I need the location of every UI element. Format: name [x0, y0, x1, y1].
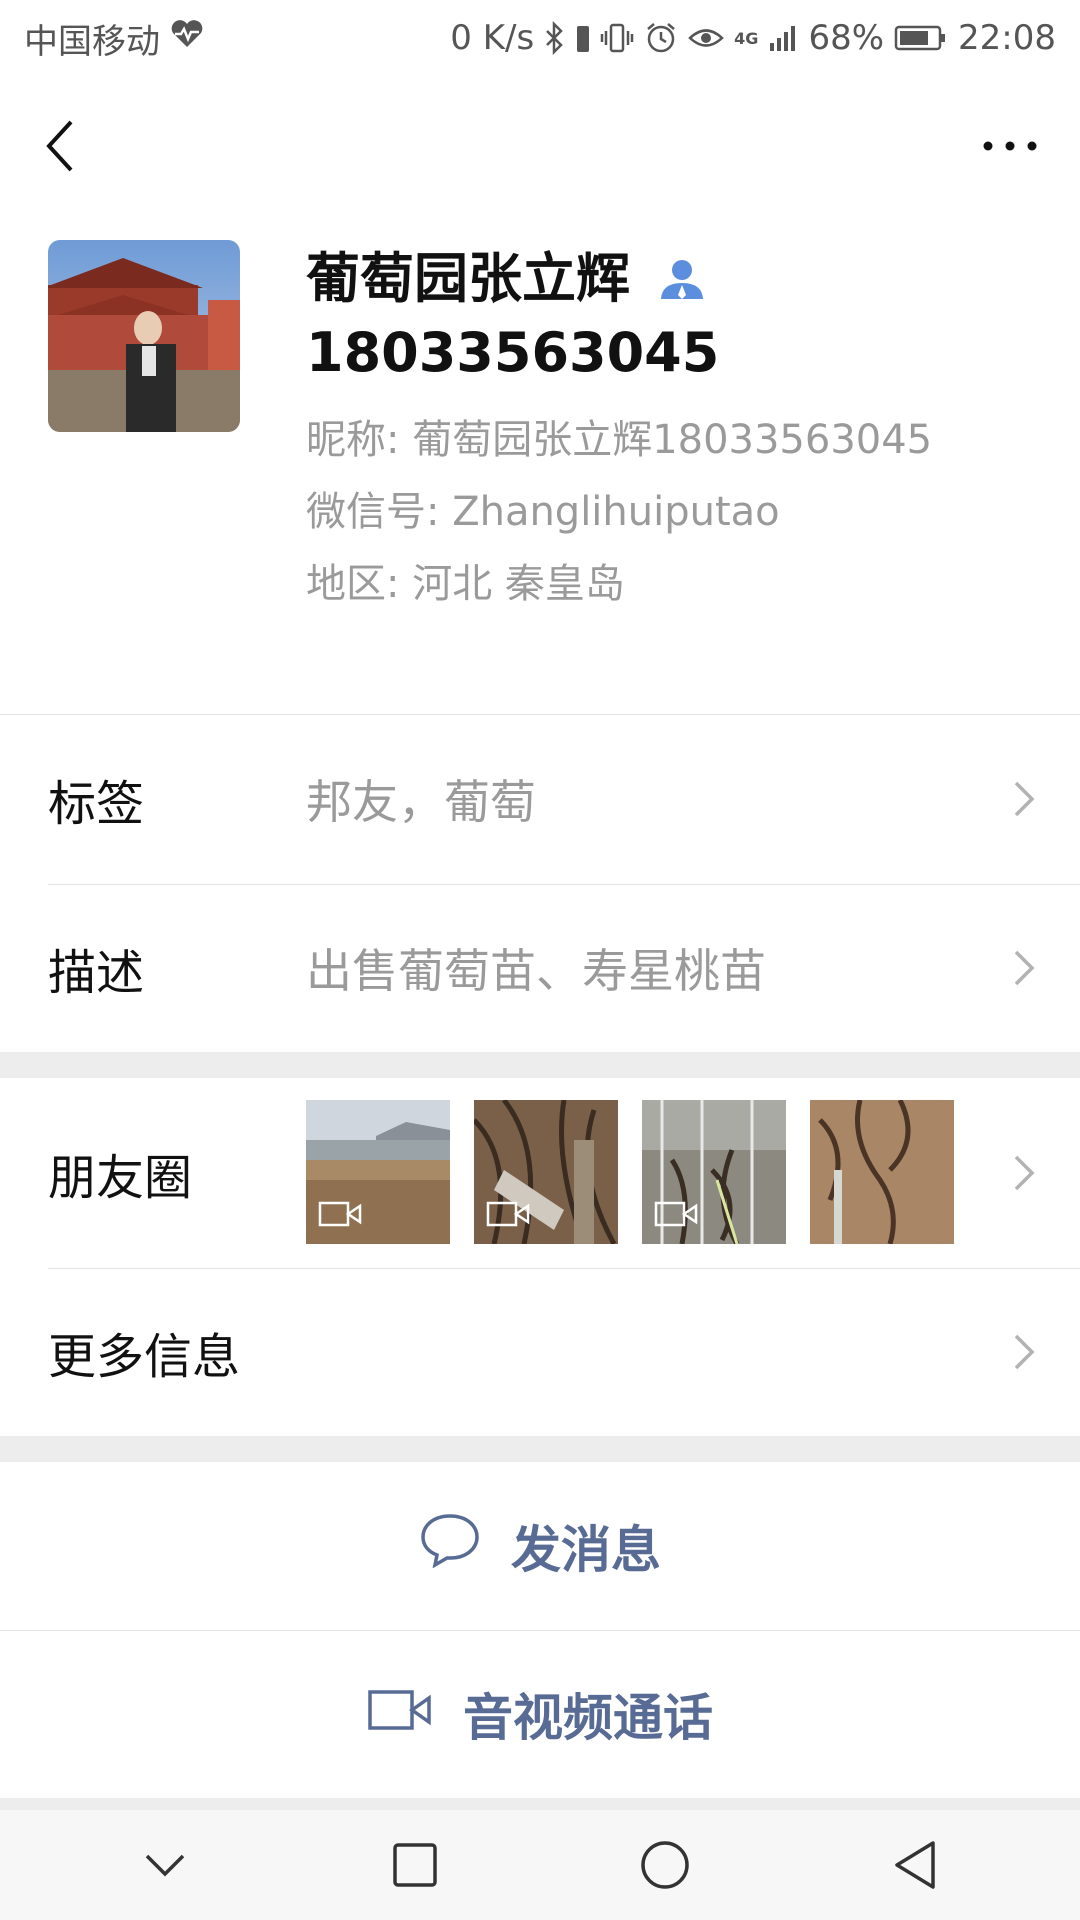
- nickname-text: 昵称: 葡萄园张立辉18033563045: [306, 417, 933, 463]
- send-message-label: 发消息: [511, 1521, 661, 1579]
- moments-thumbnail[interactable]: [642, 1100, 786, 1244]
- more-info-label: 更多信息: [48, 1329, 241, 1385]
- battery-small-icon: [576, 23, 590, 53]
- send-message-button[interactable]: 发消息: [0, 1462, 1080, 1630]
- wechat-id-text: 微信号: Zhanglihuiputao: [306, 489, 780, 535]
- more-button[interactable]: [970, 106, 1050, 186]
- system-nav-bar: [0, 1810, 1080, 1920]
- nav-back-button[interactable]: [855, 1810, 975, 1920]
- avatar[interactable]: [48, 240, 240, 432]
- video-icon: [654, 1200, 698, 1232]
- eye-icon: [688, 23, 725, 53]
- moments-row[interactable]: 朋友圈: [0, 1078, 1080, 1268]
- section-gap: [0, 1798, 1080, 1810]
- description-label: 描述: [48, 945, 145, 1001]
- section-gap: [0, 1436, 1080, 1462]
- video-call-button[interactable]: 音视频通话: [0, 1630, 1080, 1798]
- chat-bubble-icon: [419, 1512, 481, 1580]
- net-speed-label: 0 K/s: [450, 18, 535, 58]
- moments-label: 朋友圈: [48, 1150, 193, 1206]
- description-row[interactable]: 描述 出售葡萄苗、寿星桃苗: [0, 884, 1080, 1052]
- circle-icon: [641, 1841, 689, 1889]
- battery-percent: 68%: [808, 18, 885, 58]
- carrier-label: 中国移动: [24, 21, 160, 62]
- triangle-back-icon: [895, 1841, 935, 1889]
- square-icon: [393, 1843, 437, 1887]
- network-type-label: 4G: [734, 28, 759, 48]
- more-dots-icon: [983, 141, 1037, 151]
- battery-icon: [894, 23, 948, 53]
- heart-rate-icon: [170, 18, 204, 58]
- video-icon: [318, 1200, 362, 1232]
- tags-value: 邦友，葡萄: [306, 775, 536, 829]
- video-icon: [486, 1200, 530, 1232]
- tags-label: 标签: [48, 776, 145, 832]
- nav-collapse-button[interactable]: [105, 1810, 225, 1920]
- region-text: 地区: 河北 秦皇岛: [306, 561, 625, 607]
- profile-phone: 18033563045: [306, 321, 720, 384]
- chevron-right-icon: [1012, 779, 1036, 819]
- moments-thumbnails: [306, 1100, 954, 1244]
- moments-thumbnail[interactable]: [474, 1100, 618, 1244]
- back-button[interactable]: [30, 106, 90, 186]
- chevron-down-icon: [145, 1854, 185, 1877]
- person-icon: [658, 257, 706, 301]
- alarm-icon: [644, 21, 678, 55]
- nav-bar: [0, 76, 1080, 216]
- profile-header: 葡萄园张立辉 18033563045 昵称: 葡萄园张立辉18033563045…: [0, 216, 1080, 714]
- section-gap: [0, 1052, 1080, 1078]
- chevron-right-icon: [1012, 1332, 1036, 1372]
- description-value: 出售葡萄苗、寿星桃苗: [306, 944, 766, 998]
- back-arrow-icon: [46, 120, 73, 172]
- moments-thumbnail[interactable]: [306, 1100, 450, 1244]
- status-bar: 中国移动 0 K/s 4G 68% 22:08: [0, 0, 1080, 76]
- nav-recents-button[interactable]: [355, 1810, 475, 1920]
- chevron-right-icon: [1012, 948, 1036, 988]
- vibrate-icon: [600, 21, 634, 55]
- more-info-row[interactable]: 更多信息: [0, 1268, 1080, 1436]
- nav-home-button[interactable]: [605, 1810, 725, 1920]
- video-call-icon: [367, 1685, 433, 1743]
- clock-label: 22:08: [958, 18, 1056, 58]
- moments-thumbnail[interactable]: [810, 1100, 954, 1244]
- signal-icon: [768, 23, 798, 53]
- bluetooth-icon: [544, 21, 566, 55]
- profile-name: 葡萄园张立辉: [306, 247, 630, 310]
- chevron-right-icon: [1012, 1153, 1036, 1193]
- video-call-label: 音视频通话: [463, 1689, 713, 1747]
- tags-row[interactable]: 标签 邦友，葡萄: [0, 714, 1080, 884]
